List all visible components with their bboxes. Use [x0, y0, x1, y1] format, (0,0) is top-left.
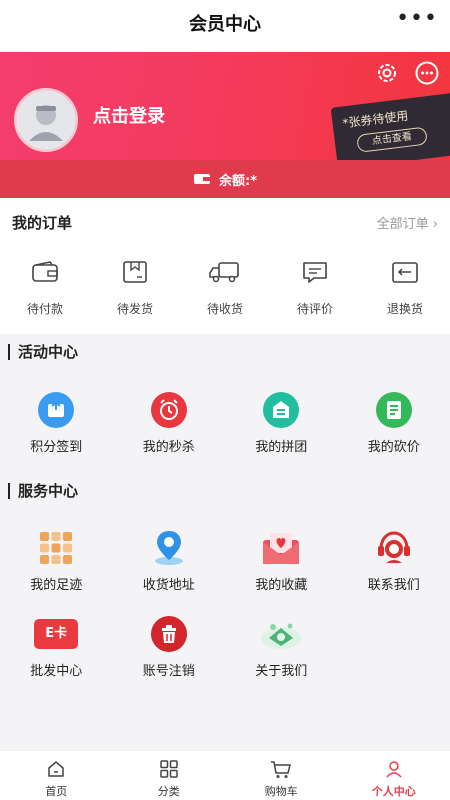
- tab-cart[interactable]: 购物车: [225, 751, 338, 800]
- e-card-icon: E卡: [34, 619, 79, 649]
- box-icon: [123, 261, 147, 283]
- home-icon: [48, 761, 64, 777]
- balance-bar[interactable]: 余额:*: [0, 160, 450, 198]
- message-icon[interactable]: [414, 60, 440, 86]
- settings-gear-icon[interactable]: [374, 60, 400, 86]
- truck-icon: [209, 262, 239, 283]
- my-flash-sale[interactable]: 我的秒杀: [113, 392, 226, 455]
- wallet-icon: [32, 261, 58, 282]
- coupon-card[interactable]: *张券待使用 点击查看: [330, 92, 450, 170]
- order-pending-shipment[interactable]: 待发货: [90, 260, 180, 317]
- trash-icon: [150, 616, 187, 652]
- return-icon: [392, 262, 418, 283]
- about-icon: [261, 623, 302, 649]
- customer-service-icon: [377, 531, 410, 563]
- balance-text: 余额:*: [219, 173, 257, 189]
- tab-profile[interactable]: 个人中心: [338, 751, 450, 800]
- my-group-buy[interactable]: 我的拼团: [225, 392, 338, 455]
- activity-center-title: 活动中心: [8, 344, 78, 360]
- all-orders-link[interactable]: 全部订单 ›: [377, 213, 438, 232]
- balance-wallet-icon: [194, 174, 210, 184]
- contact-us[interactable]: 联系我们: [338, 530, 450, 593]
- tab-home[interactable]: 首页: [0, 751, 113, 800]
- page-title: 会员中心: [189, 14, 261, 35]
- order-pending-payment[interactable]: 待付款: [0, 260, 90, 317]
- my-footprint[interactable]: 我的足迹: [0, 530, 113, 593]
- favorite-envelope-icon: [263, 533, 300, 564]
- tab-category[interactable]: 分类: [113, 751, 226, 800]
- orders-title: 我的订单: [12, 214, 73, 232]
- location-pin-icon: [154, 531, 183, 565]
- category-grid-icon: [160, 760, 178, 778]
- my-favorites[interactable]: 我的收藏: [225, 530, 338, 593]
- points-sign-in[interactable]: 积分签到: [0, 392, 113, 455]
- bargain-icon: [375, 392, 412, 428]
- comment-icon: [303, 262, 327, 283]
- footprint-grid-icon: [40, 532, 73, 564]
- order-pending-receipt[interactable]: 待收货: [180, 260, 270, 317]
- alarm-clock-icon: [150, 392, 187, 428]
- person-icon: [386, 761, 402, 778]
- order-returns[interactable]: 退换货: [360, 260, 450, 317]
- coupon-title: *张券待使用: [341, 108, 410, 131]
- my-orders-section: 我的订单 全部订单 › 待付款 待发货 待收货 待评价 退换货: [0, 198, 450, 334]
- about-us[interactable]: 关于我们: [225, 616, 338, 679]
- order-pending-review[interactable]: 待评价: [270, 260, 360, 317]
- more-menu-button[interactable]: •••: [396, 8, 438, 30]
- group-buy-icon: [263, 392, 300, 428]
- shipping-address[interactable]: 收货地址: [113, 530, 226, 593]
- my-bargain[interactable]: 我的砍价: [338, 392, 450, 455]
- chevron-right-icon: ›: [432, 217, 438, 232]
- coupon-view-button[interactable]: 点击查看: [356, 126, 428, 153]
- login-link[interactable]: 点击登录: [93, 102, 165, 128]
- cart-icon: [271, 761, 291, 778]
- top-bar: 会员中心 •••: [0, 0, 450, 52]
- wholesale-center[interactable]: E卡 批发中心: [0, 616, 113, 679]
- account-cancellation[interactable]: 账号注销: [113, 616, 226, 679]
- sign-in-icon: [38, 392, 75, 428]
- member-banner: 点击登录 *张券待使用 点击查看 余额:*: [0, 52, 450, 198]
- service-center-title: 服务中心: [8, 483, 78, 499]
- avatar[interactable]: [14, 88, 78, 152]
- bottom-tab-bar: 首页 分类 购物车 个人中心: [0, 750, 450, 800]
